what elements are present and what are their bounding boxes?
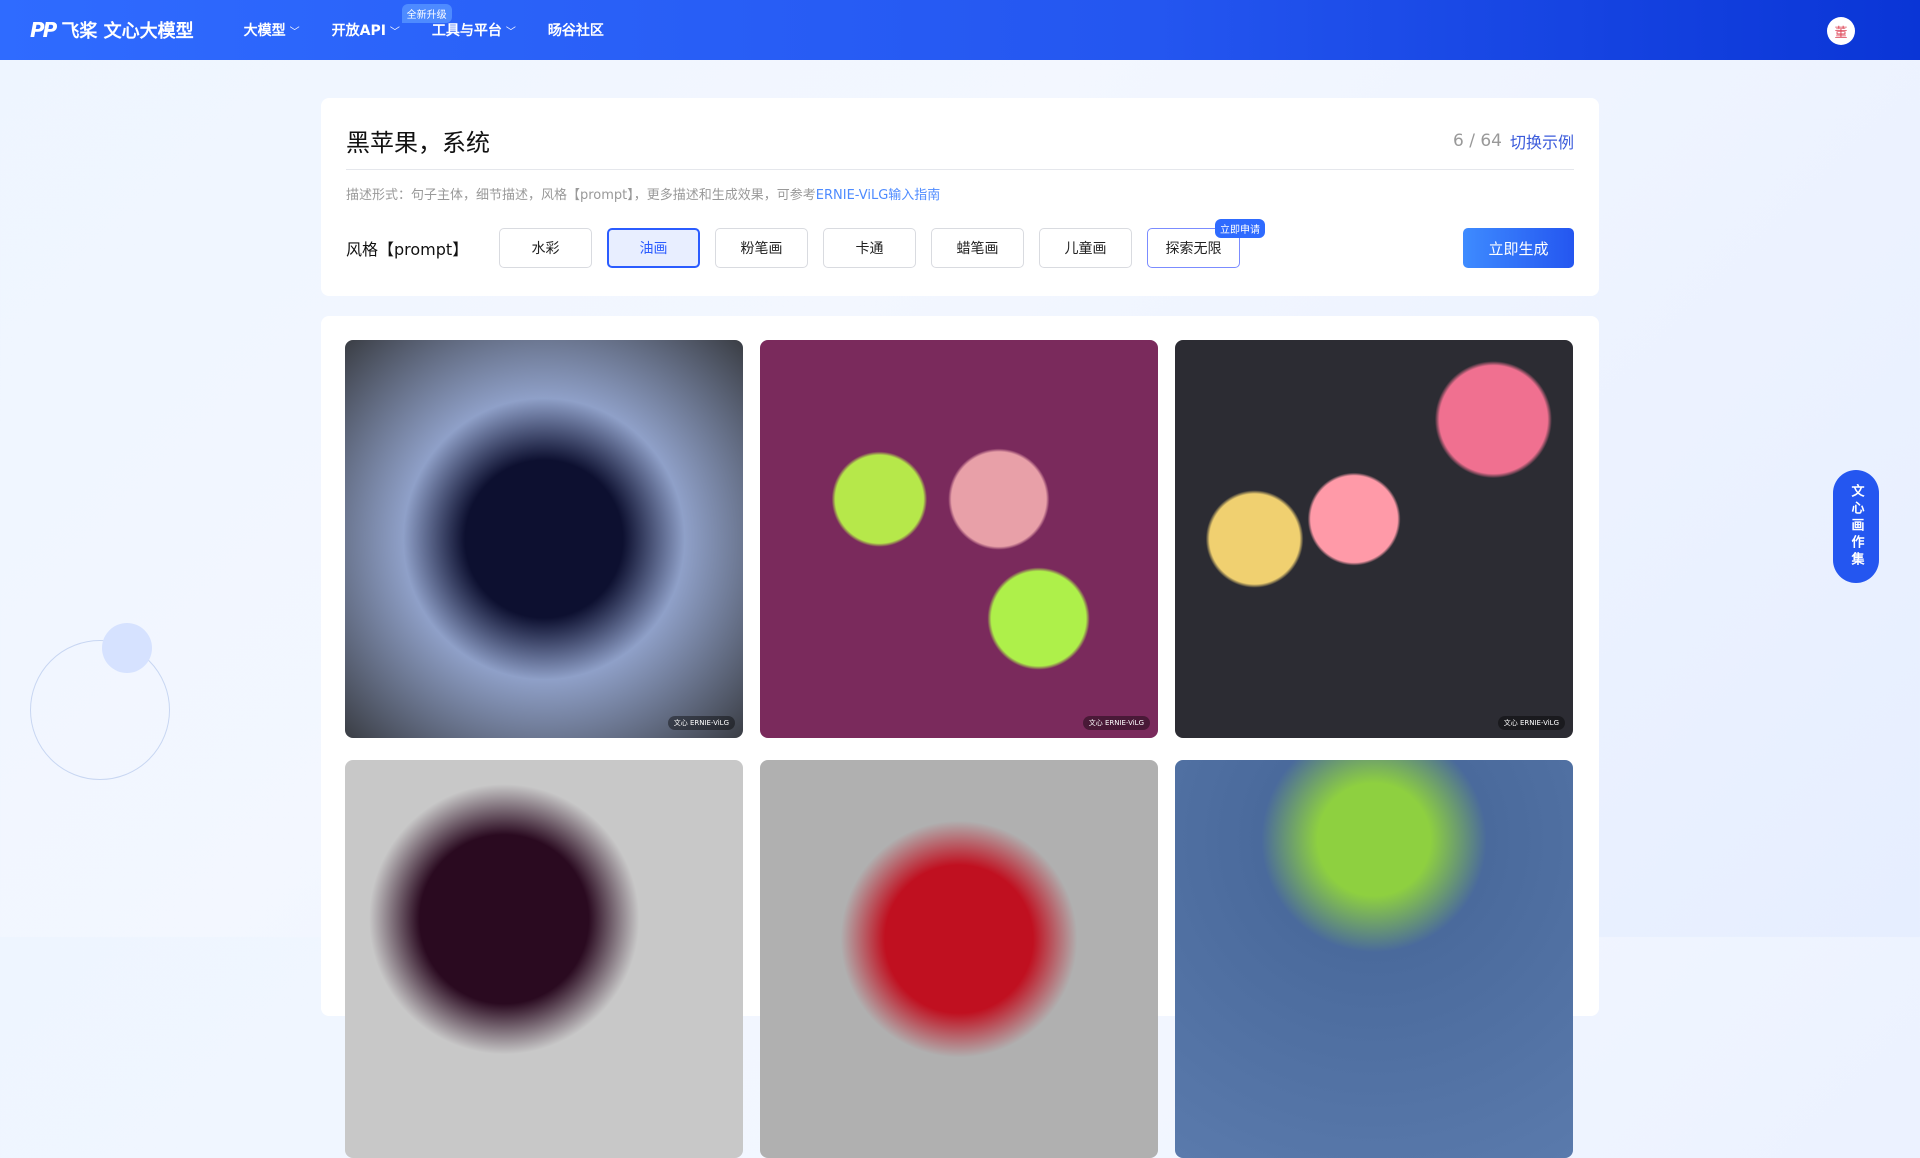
gallery-image[interactable] [1175, 760, 1573, 1158]
gallery-image[interactable] [345, 760, 743, 1158]
top-nav: PP 飞桨 文心大模型 大模型 ﹀ 开放API ﹀ 全新升级 工具与平台 ﹀ 旸谷社区 … [0, 0, 1920, 60]
logo[interactable]: PP 飞桨 文心大模型 [30, 17, 194, 43]
style-crayon[interactable]: 蜡笔画 [931, 228, 1024, 268]
style-chalk[interactable]: 粉笔画 [715, 228, 808, 268]
watermark: 文心 ERNIE-ViLG [667, 716, 735, 730]
chevron-down-icon: ﹀ [389, 26, 400, 38]
nav-open-api[interactable]: 开放API ﹀ 全新升级 [331, 4, 452, 40]
apply-badge: 立即申请 [1215, 219, 1265, 238]
hint-text: 描述形式：句子主体，细节描述，风格【prompt】，更多描述和生成效果，可参考 [346, 188, 816, 203]
style-children[interactable]: 儿童画 [1039, 228, 1132, 268]
gallery-image[interactable]: 文心 ERNIE-ViLG [1175, 340, 1573, 738]
gallery-image[interactable] [760, 760, 1158, 1158]
image-gallery: 文心 ERNIE-ViLG 文心 ERNIE-ViLG 文心 ERNIE-ViL… [321, 316, 1599, 1158]
nav-community[interactable]: 旸谷社区 [548, 20, 604, 40]
nav-tools[interactable]: 工具与平台 ﹀ [432, 20, 516, 40]
nav-large-model[interactable]: 大模型 ﹀ [244, 20, 300, 40]
bubble-decoration [102, 623, 152, 673]
style-cartoon[interactable]: 卡通 [823, 228, 916, 268]
gallery-image[interactable]: 文心 ERNIE-ViLG [760, 340, 1158, 738]
style-label: 风格【prompt】 [346, 240, 469, 259]
gallery-image[interactable]: 文心 ERNIE-ViLG [345, 340, 743, 738]
globe-decoration [30, 640, 170, 780]
char-count: 6 / 64 [1453, 130, 1502, 151]
switch-example-link[interactable]: 切换示例 [1510, 115, 1574, 153]
nav-label: 工具与平台 [431, 23, 502, 39]
nav-label: 旸谷社区 [547, 23, 604, 39]
nav-label: 大模型 [243, 23, 286, 39]
chevron-down-icon: ﹀ [505, 26, 516, 38]
brand-name: 飞桨 文心大模型 [61, 21, 194, 42]
explore-label: 探索无限 [1165, 241, 1222, 257]
watermark: 文心 ERNIE-ViLG [1497, 716, 1565, 730]
prompt-hint: 描述形式：句子主体，细节描述，风格【prompt】，更多描述和生成效果，可参考E… [346, 184, 1574, 203]
style-explore[interactable]: 探索无限 立即申请 [1147, 219, 1265, 268]
chevron-down-icon: ﹀ [289, 26, 300, 38]
gallery-collection-button[interactable]: 文心画作集 [1833, 470, 1879, 583]
avatar[interactable]: 董 [1827, 17, 1855, 45]
style-watercolor[interactable]: 水彩 [499, 228, 592, 268]
style-oil-painting[interactable]: 油画 [607, 228, 700, 268]
prompt-card: 黑苹果，系统 6 / 64 切换示例 描述形式：句子主体，细节描述，风格【pro… [321, 98, 1599, 296]
generate-button[interactable]: 立即生成 [1463, 228, 1574, 268]
watermark: 文心 ERNIE-ViLG [1082, 716, 1150, 730]
paddle-logo-icon: PP [30, 18, 57, 42]
prompt-input[interactable]: 黑苹果，系统 [346, 109, 1453, 158]
guide-link[interactable]: ERNIE-ViLG输入指南 [816, 188, 940, 203]
nav-label: 开放API [331, 23, 386, 39]
